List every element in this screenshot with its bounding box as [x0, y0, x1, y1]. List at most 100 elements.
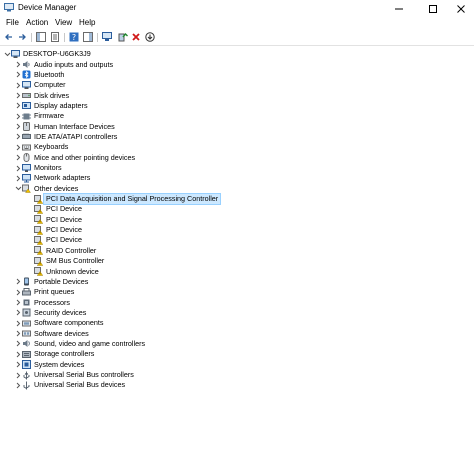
tree-item-display-adapters[interactable]: Display adapters	[14, 101, 88, 111]
minimize-button[interactable]	[384, 0, 414, 17]
tree-item-monitors[interactable]: Monitors	[14, 163, 62, 173]
expand-chevron-icon[interactable]	[14, 380, 22, 390]
tree-item-label: Network adapters	[34, 173, 91, 183]
device-item-pci-device[interactable]: PCI Device	[26, 215, 82, 225]
expand-chevron-icon[interactable]	[14, 339, 22, 349]
device-item-pci-device[interactable]: PCI Device	[26, 225, 82, 235]
tree-item-mice-and-other-pointing-devices[interactable]: Mice and other pointing devices	[14, 153, 135, 163]
device-item-pci-data-acquisition-and-signal-processing-controller[interactable]: PCI Data Acquisition and Signal Processi…	[26, 193, 222, 206]
device-tree: DESKTOP-U6GK3J9 Audio inputs and outputs…	[0, 46, 474, 460]
action-pane-icon[interactable]	[83, 32, 93, 42]
expand-chevron-icon[interactable]	[14, 153, 22, 163]
expand-chevron-icon[interactable]	[14, 101, 22, 111]
tree-item-storage-controllers[interactable]: Storage controllers	[14, 349, 94, 359]
properties-icon[interactable]	[50, 32, 60, 42]
menu-action[interactable]: Action	[26, 18, 48, 27]
expand-chevron-icon[interactable]	[14, 277, 22, 287]
device-item-pci-device[interactable]: PCI Device	[26, 235, 82, 245]
expand-chevron-icon[interactable]	[14, 318, 22, 328]
expand-chevron-icon[interactable]	[14, 91, 22, 101]
expand-chevron-icon[interactable]	[14, 370, 22, 380]
expand-chevron-icon[interactable]	[14, 132, 22, 142]
ide-controller-icon	[22, 132, 31, 141]
expand-chevron-icon[interactable]	[14, 163, 22, 173]
expand-chevron-icon[interactable]	[14, 349, 22, 359]
tree-item-system-devices[interactable]: System devices	[14, 360, 84, 370]
disable-device-icon[interactable]	[145, 32, 155, 42]
tree-item-label: Keyboards	[34, 142, 69, 152]
tree-item-software-devices[interactable]: Software devices	[14, 329, 89, 339]
warning-device-icon	[34, 215, 44, 224]
tree-item-ide-ata-atapi-controllers[interactable]: IDE ATA/ATAPI controllers	[14, 132, 117, 142]
menu-help[interactable]: Help	[79, 18, 95, 27]
maximize-button[interactable]	[418, 0, 448, 17]
tree-item-processors[interactable]: Processors	[14, 298, 70, 308]
tree-item-label: PCI Data Acquisition and Signal Processi…	[43, 193, 222, 206]
tree-item-human-interface-devices[interactable]: Human Interface Devices	[14, 122, 115, 132]
tree-item-software-components[interactable]: Software components	[14, 318, 104, 328]
expand-chevron-icon[interactable]	[14, 60, 22, 70]
forward-icon[interactable]	[17, 32, 27, 42]
tree-item-portable-devices[interactable]: Portable Devices	[14, 277, 88, 287]
tree-item-label: PCI Device	[46, 225, 82, 235]
expand-chevron-icon[interactable]	[14, 111, 22, 121]
tree-item-network-adapters[interactable]: Network adapters	[14, 173, 90, 183]
expand-chevron-icon[interactable]	[14, 287, 22, 297]
warning-device-icon	[34, 267, 44, 276]
tree-item-sound-video-and-game-controllers[interactable]: Sound, video and game controllers	[14, 339, 145, 349]
update-driver-icon[interactable]	[118, 32, 128, 42]
show-hide-console-tree-icon[interactable]	[36, 32, 46, 42]
collapse-chevron-icon[interactable]	[14, 184, 22, 194]
scan-for-hardware-changes-icon[interactable]	[102, 32, 112, 42]
firmware-icon	[22, 112, 31, 121]
expand-chevron-icon[interactable]	[14, 80, 22, 90]
tree-item-disk-drives[interactable]: Disk drives	[14, 91, 69, 101]
tree-item-bluetooth[interactable]: Bluetooth	[14, 70, 64, 80]
tree-root[interactable]: DESKTOP-U6GK3J9	[3, 49, 91, 59]
tree-item-audio-inputs-and-outputs[interactable]: Audio inputs and outputs	[14, 60, 113, 70]
other-devices-icon	[22, 184, 31, 193]
back-icon[interactable]	[4, 32, 14, 42]
device-item-sm-bus-controller[interactable]: SM Bus Controller	[26, 256, 104, 266]
help-icon[interactable]: ?	[69, 32, 79, 42]
tree-item-label: Storage controllers	[34, 349, 95, 359]
tree-item-universal-serial-bus-devices[interactable]: Universal Serial Bus devices	[14, 380, 125, 390]
device-item-raid-controller[interactable]: RAID Controller	[26, 246, 96, 256]
tree-item-label: PCI Device	[46, 235, 82, 245]
tree-item-label: Audio inputs and outputs	[34, 59, 114, 69]
expand-chevron-icon[interactable]	[14, 308, 22, 318]
tree-item-computer[interactable]: Computer	[14, 80, 66, 90]
tree-item-universal-serial-bus-controllers[interactable]: Universal Serial Bus controllers	[14, 370, 134, 380]
tree-item-label: IDE ATA/ATAPI controllers	[34, 131, 118, 141]
expand-chevron-icon[interactable]	[14, 329, 22, 339]
expand-chevron-icon[interactable]	[14, 122, 22, 132]
tree-item-security-devices[interactable]: Security devices	[14, 308, 86, 318]
tree-item-keyboards[interactable]: Keyboards	[14, 142, 68, 152]
tree-item-label: Bluetooth	[34, 69, 65, 79]
expand-chevron-icon[interactable]	[14, 173, 22, 183]
monitor-icon	[22, 163, 31, 173]
expand-chevron-icon[interactable]	[14, 70, 22, 80]
menu-view[interactable]: View	[55, 18, 72, 27]
close-button[interactable]	[446, 0, 474, 17]
toolbar-separator	[64, 33, 65, 42]
tree-item-firmware[interactable]: Firmware	[14, 111, 64, 121]
device-item-unknown-device[interactable]: Unknown device	[26, 267, 99, 277]
device-item-pci-device[interactable]: PCI Device	[26, 204, 82, 214]
tree-item-label: Security devices	[34, 307, 87, 317]
expand-chevron-icon[interactable]	[14, 142, 22, 152]
warning-device-icon	[34, 194, 44, 204]
tree-item-print-queues[interactable]: Print queues	[14, 287, 74, 297]
warning-device-icon	[34, 246, 44, 255]
tree-item-label: Mice and other pointing devices	[34, 152, 136, 162]
expand-chevron-icon[interactable]	[14, 298, 22, 308]
processor-icon	[22, 298, 31, 307]
uninstall-device-icon[interactable]	[131, 32, 141, 42]
software-device-icon	[22, 329, 31, 338]
collapse-chevron-icon[interactable]	[3, 49, 11, 59]
tree-item-label: Monitors	[34, 163, 62, 172]
tree-item-label: Software components	[34, 318, 104, 328]
expand-chevron-icon[interactable]	[14, 360, 22, 370]
menu-file[interactable]: File	[6, 18, 19, 27]
